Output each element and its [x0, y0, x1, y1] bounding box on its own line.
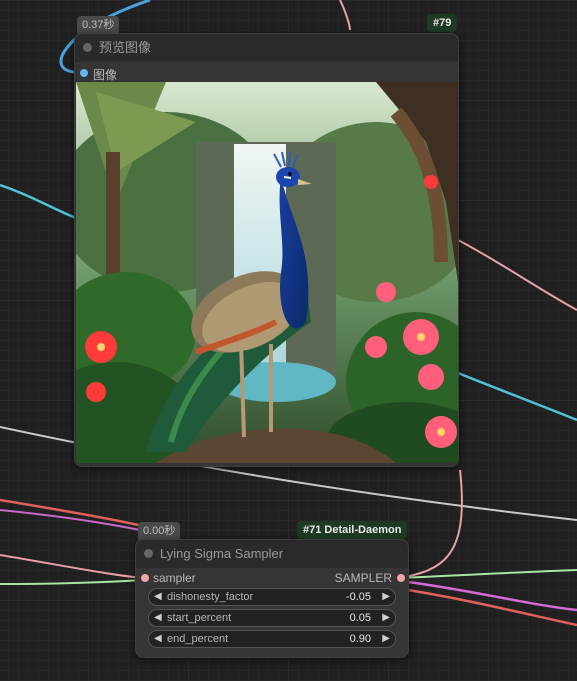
image-input-label: 图像: [93, 68, 118, 82]
sampler-input-slot[interactable]: [141, 574, 149, 582]
node-id-badge: #79: [427, 14, 458, 32]
decrement-arrow-icon[interactable]: ◀: [154, 589, 162, 605]
wire-cyan-right[interactable]: [457, 371, 577, 422]
sampler-output-label: SAMPLER: [334, 571, 392, 585]
increment-arrow-icon[interactable]: ▶: [382, 589, 390, 605]
node-title-bar[interactable]: 预览图像: [75, 34, 458, 62]
start-percent-widget[interactable]: ◀ start_percent 0.05 ▶: [148, 609, 396, 627]
node-id-badge: #71 Detail-Daemon: [297, 521, 408, 539]
image-icon: [76, 82, 458, 463]
sampler-output-slot[interactable]: [397, 574, 405, 582]
decrement-arrow-icon[interactable]: ◀: [154, 610, 162, 626]
node-title: Lying Sigma Sampler: [160, 546, 284, 561]
collapse-dot-icon[interactable]: [83, 43, 92, 52]
node-title-bar[interactable]: Lying Sigma Sampler: [136, 540, 408, 568]
wire-pink-right[interactable]: [457, 239, 577, 311]
increment-arrow-icon[interactable]: ▶: [382, 610, 390, 626]
node-title: 预览图像: [99, 40, 152, 55]
lying-sigma-sampler-node[interactable]: Lying Sigma Sampler sampler SAMPLER ◀ di…: [135, 539, 409, 658]
graph-canvas[interactable]: 0.37秒 #79 预览图像 图像 0.00秒 #71 Detail-Daemo…: [0, 0, 577, 681]
exec-time-badge: 0.00秒: [138, 522, 181, 540]
increment-arrow-icon[interactable]: ▶: [382, 631, 390, 647]
widget-value[interactable]: -0.05: [346, 589, 371, 605]
wire-cyan-left[interactable]: [0, 183, 77, 220]
wire-pink-top[interactable]: [339, 0, 351, 31]
widget-name: start_percent: [167, 612, 232, 624]
end-percent-widget[interactable]: ◀ end_percent 0.90 ▶: [148, 630, 396, 648]
wire-pink-sampler[interactable]: [0, 554, 144, 579]
exec-time-badge: 0.37秒: [77, 16, 120, 34]
wire-green-left[interactable]: [0, 579, 144, 585]
wire-sampler-out-pink[interactable]: [399, 469, 463, 579]
sampler-input-label: sampler: [153, 571, 196, 585]
widget-name: end_percent: [167, 633, 229, 645]
dishonesty-factor-widget[interactable]: ◀ dishonesty_factor -0.05 ▶: [148, 588, 396, 606]
widget-value[interactable]: 0.05: [350, 610, 371, 626]
decrement-arrow-icon[interactable]: ◀: [154, 631, 162, 647]
preview-image[interactable]: [76, 82, 458, 463]
widget-name: dishonesty_factor: [167, 591, 254, 603]
widget-value[interactable]: 0.90: [350, 631, 371, 647]
collapse-dot-icon[interactable]: [144, 549, 153, 558]
image-input-slot[interactable]: [80, 69, 88, 77]
wire-red-left[interactable]: [0, 498, 161, 532]
